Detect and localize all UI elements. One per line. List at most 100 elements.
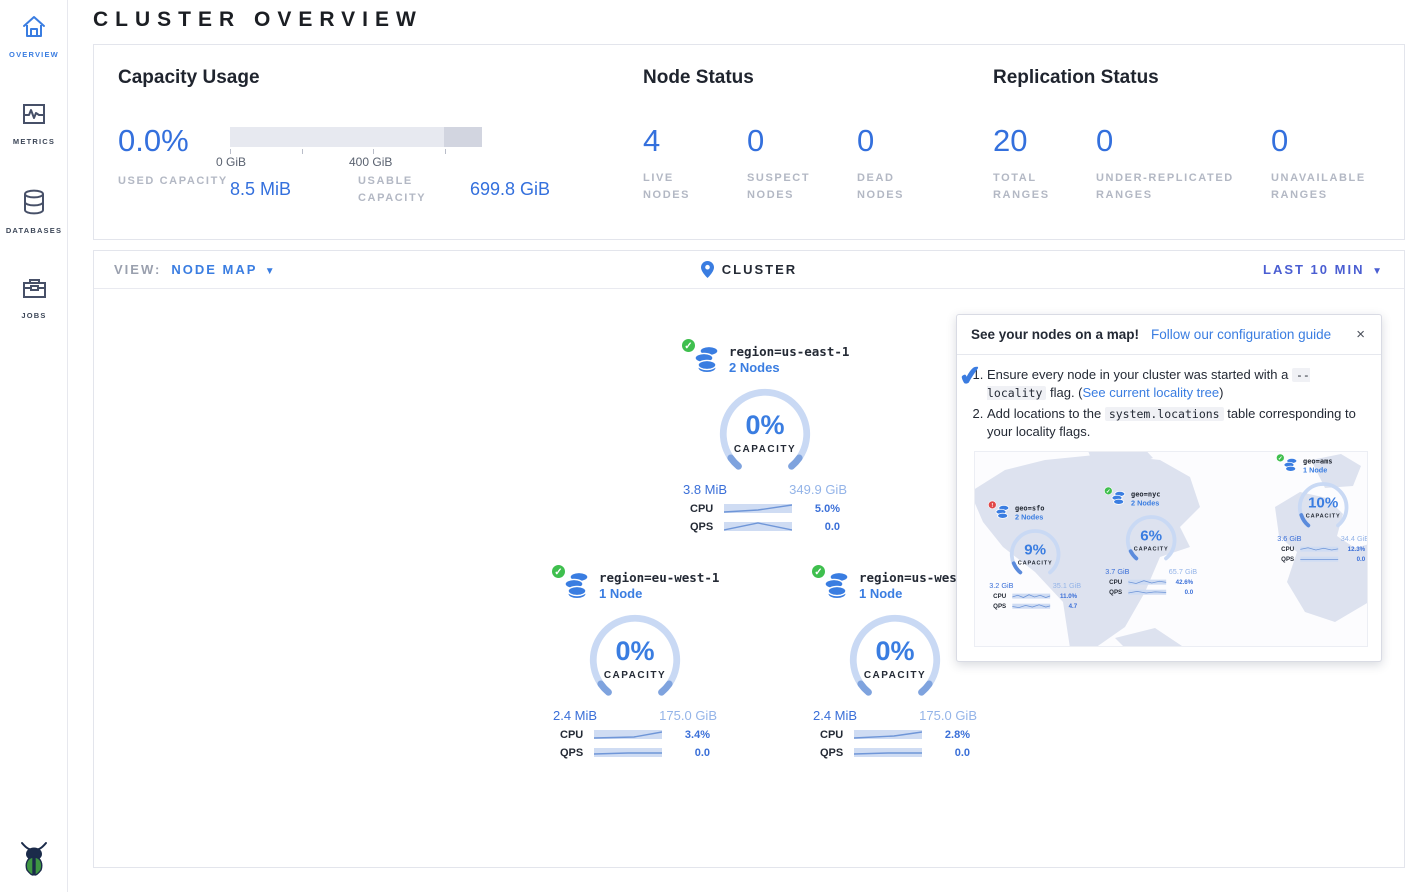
live-nodes-value: 4: [643, 125, 747, 156]
capacity-percent: 0%: [581, 636, 689, 667]
qps-value: 0.0: [662, 747, 710, 759]
cpu-label: CPU: [993, 593, 1012, 600]
breadcrumb[interactable]: CLUSTER: [534, 261, 964, 278]
usable-capacity-label: USABLE CAPACITY: [358, 173, 470, 207]
status-ok-icon: ✓: [1276, 453, 1284, 461]
qps-value: 0.0: [1338, 556, 1365, 563]
close-icon[interactable]: ×: [1354, 326, 1367, 343]
sidebar-item-label: METRICS: [0, 137, 68, 146]
status-ok-icon: ✓: [681, 338, 696, 353]
qps-sparkline: [594, 746, 662, 759]
qps-value: 0.0: [922, 747, 970, 759]
capacity-caption: CAPACITY: [711, 444, 819, 455]
main-content: CLUSTER OVERVIEW Capacity Usage 0.0% 0 G…: [68, 0, 1418, 868]
capacity-gauge: 0% CAPACITY: [711, 386, 819, 482]
usable-capacity-value: 699.8 GiB: [470, 179, 550, 207]
total-capacity: 34.4 GiB: [1341, 534, 1368, 542]
view-bar: VIEW: NODE MAP ▼ CLUSTER LAST 10 MIN ▼: [94, 251, 1404, 289]
capacity-caption: CAPACITY: [1005, 560, 1065, 566]
cpu-value: 12.3%: [1338, 546, 1365, 553]
cpu-sparkline: [594, 728, 662, 741]
nodes-link: 2 Nodes: [1131, 499, 1161, 507]
axis-label-400: 400 GiB: [349, 155, 392, 169]
total-ranges-value: 20: [993, 125, 1096, 156]
node-stack-icon: [821, 570, 851, 602]
used-capacity: 2.4 MiB: [553, 708, 597, 723]
map-pin-icon: [701, 261, 714, 278]
used-capacity: 3.8 MiB: [683, 482, 727, 497]
nodes-link[interactable]: 1 Node: [599, 586, 719, 601]
cpu-value: 42.6%: [1166, 579, 1193, 586]
cpu-sparkline: [724, 502, 792, 515]
locality-tree-link[interactable]: See current locality tree: [1083, 385, 1220, 400]
sidebar-item-metrics[interactable]: METRICS: [0, 87, 68, 146]
under-replicated-ranges-value: 0: [1096, 125, 1271, 156]
qps-value: 4.7: [1050, 603, 1077, 610]
capacity-usage-title: Capacity Usage: [118, 67, 643, 89]
node-stack-icon: [691, 344, 721, 376]
qps-value: 0.0: [1166, 589, 1193, 596]
locality-eu-west-1[interactable]: ✓ region=eu-west-1 1 Node: [549, 570, 721, 759]
dead-nodes-value: 0: [857, 125, 957, 156]
node-status-title: Node Status: [643, 67, 993, 89]
unavailable-ranges-label: UNAVAILABLERANGES: [1271, 170, 1401, 204]
sidebar-item-jobs[interactable]: JOBS: [0, 261, 68, 320]
capacity-percent: 6%: [1121, 527, 1181, 544]
node-map: ✓ region=us-east-1 2 Nodes: [94, 289, 1404, 867]
qps-label: QPS: [820, 747, 854, 759]
mini-locality-ams: ✓ geo=ams 1 Node: [1275, 457, 1368, 563]
cpu-sparkline: [854, 728, 922, 741]
cpu-label: CPU: [1281, 546, 1300, 553]
locality-label: geo=sfo: [1015, 504, 1045, 512]
time-range-selector[interactable]: LAST 10 MIN ▼: [964, 262, 1384, 277]
nodes-link[interactable]: 2 Nodes: [729, 360, 849, 375]
example-node-map-image: ! geo=sfo 2 Nodes: [974, 451, 1368, 647]
locality-label: geo=nyc: [1131, 490, 1161, 498]
nodes-link: 1 Node: [1303, 466, 1333, 474]
locality-label: region=us-east-1: [729, 344, 849, 359]
cpu-label: CPU: [1109, 579, 1128, 586]
sidebar: OVERVIEW METRICS DATABASES JOBS: [0, 0, 68, 892]
database-icon: [21, 188, 47, 216]
view-selector[interactable]: NODE MAP ▼: [171, 262, 276, 277]
status-ok-icon: ✓: [551, 564, 566, 579]
capacity-bar: 0 GiB 400 GiB: [230, 125, 482, 169]
configuration-guide-link[interactable]: Follow our configuration guide: [1151, 327, 1354, 342]
used-capacity-value: 8.5 MiB: [230, 179, 291, 207]
briefcase-icon: [21, 275, 48, 301]
node-map-setup-popup: See your nodes on a map! Follow our conf…: [956, 314, 1382, 662]
node-stack-icon: [561, 570, 591, 602]
node-stack-icon: [1282, 457, 1299, 475]
system-locations-code: system.locations: [1105, 407, 1224, 421]
total-capacity: 175.0 GiB: [919, 708, 977, 723]
qps-label: QPS: [1109, 589, 1128, 596]
status-ok-icon: ✓: [1104, 486, 1112, 494]
locality-label: geo=ams: [1303, 457, 1333, 465]
popup-title: See your nodes on a map!: [971, 327, 1139, 342]
total-capacity: 175.0 GiB: [659, 708, 717, 723]
total-ranges-label: TOTALRANGES: [993, 170, 1096, 204]
capacity-caption: CAPACITY: [581, 670, 689, 681]
sidebar-item-label: DATABASES: [0, 226, 68, 235]
locality-us-east-1[interactable]: ✓ region=us-east-1 2 Nodes: [679, 344, 851, 533]
breadcrumb-label: CLUSTER: [722, 262, 797, 277]
capacity-percent: 9%: [1005, 541, 1065, 558]
sidebar-item-overview[interactable]: OVERVIEW: [0, 0, 68, 59]
chevron-down-icon: ▼: [1372, 266, 1384, 277]
capacity-caption: CAPACITY: [1121, 546, 1181, 552]
total-capacity: 349.9 GiB: [789, 482, 847, 497]
used-capacity: 2.4 MiB: [813, 708, 857, 723]
qps-label: QPS: [993, 603, 1012, 610]
sidebar-item-databases[interactable]: DATABASES: [0, 174, 68, 235]
total-capacity: 35.1 GiB: [1053, 581, 1081, 589]
qps-label: QPS: [560, 747, 594, 759]
qps-sparkline: [854, 746, 922, 759]
cpu-value: 5.0%: [792, 503, 840, 515]
total-capacity: 65.7 GiB: [1169, 567, 1197, 575]
qps-sparkline: [724, 520, 792, 533]
suspect-nodes-label: SUSPECTNODES: [747, 170, 857, 204]
cpu-label: CPU: [560, 729, 594, 741]
used-capacity-label: USED CAPACITY: [118, 173, 230, 207]
node-status-section: Node Status 4 LIVENODES 0 SUSPECTNODES 0…: [643, 67, 993, 239]
metrics-icon: [21, 101, 47, 127]
